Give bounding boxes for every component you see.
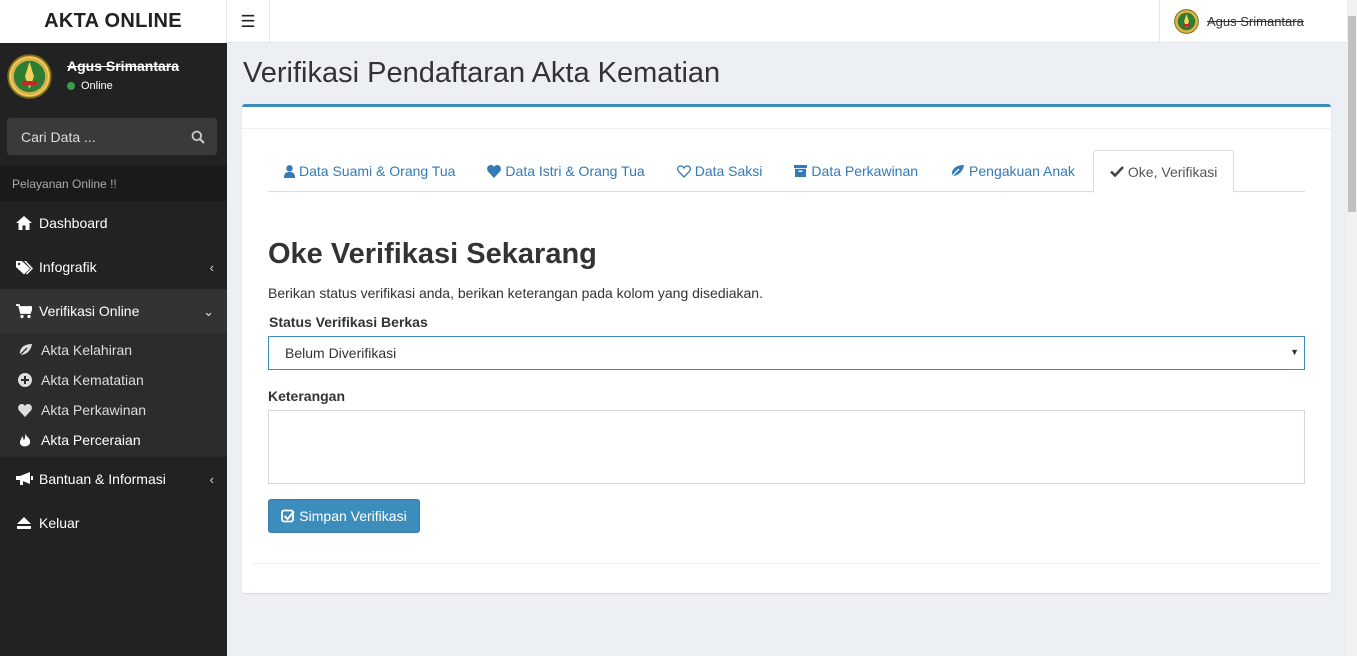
top-navbar: ☰ Agus Srimantara: [227, 0, 1347, 43]
heart-icon: [17, 403, 33, 417]
tab-data-saksi[interactable]: Data Saksi: [661, 150, 779, 192]
sidebar-item-keluar[interactable]: Keluar: [0, 501, 227, 545]
user-avatar: [7, 54, 52, 99]
status-label: Status Verifikasi Berkas: [269, 314, 428, 330]
user-name: Agus Srimantara: [1207, 14, 1304, 29]
tab-label: Data Saksi: [694, 163, 763, 179]
heart-icon: [487, 164, 502, 178]
sidebar-menu: Dashboard Infografik ‹ Verifikasi Online…: [0, 201, 227, 545]
cart-icon: [15, 303, 33, 319]
online-dot-icon: [67, 82, 75, 90]
hamburger-icon: ☰: [240, 11, 256, 31]
scrollbar-thumb[interactable]: [1348, 16, 1356, 212]
chevron-left-icon: ‹: [209, 472, 214, 487]
brand-logo[interactable]: AKTA ONLINE: [0, 0, 227, 43]
submenu-item-akta-perceraian[interactable]: Akta Perceraian: [0, 425, 227, 455]
sidebar-item-bantuan-informasi[interactable]: Bantuan & Informasi ‹: [0, 457, 227, 501]
tab-pengakuan-anak[interactable]: Pengakuan Anak: [934, 150, 1091, 192]
user-menu[interactable]: Agus Srimantara: [1159, 0, 1347, 43]
tab-data-perkawinan[interactable]: Data Perkawinan: [778, 150, 934, 192]
chevron-down-icon: ⌄: [203, 304, 214, 319]
user-panel: Agus Srimantara Online: [0, 43, 227, 103]
button-label: Simpan Verifikasi: [299, 508, 407, 524]
sidebar-toggle-button[interactable]: ☰: [227, 0, 270, 43]
tab-label: Oke, Verifikasi: [1127, 163, 1218, 180]
tab-label: Data Istri & Orang Tua: [505, 163, 645, 179]
home-icon: [15, 215, 33, 231]
sidebar-item-label: Dashboard: [39, 215, 108, 231]
fire-icon: [17, 432, 33, 448]
form-heading: Oke Verifikasi Sekarang: [268, 238, 597, 270]
tab-label: Data Suami & Orang Tua: [299, 163, 456, 179]
note-textarea[interactable]: [268, 410, 1305, 484]
check-square-icon: [281, 509, 296, 523]
check-icon: [1110, 166, 1124, 177]
sidebar: Agus Srimantara Online Cari Data ... Pel…: [0, 43, 227, 656]
leaf-icon: [950, 164, 965, 178]
page-scrollbar[interactable]: [1347, 0, 1357, 656]
submenu-item-label: Akta Kelahiran: [41, 342, 133, 358]
chevron-left-icon: ‹: [209, 260, 214, 275]
submenu-item-akta-kelahiran[interactable]: Akta Kelahiran: [0, 335, 227, 365]
page-title: Verifikasi Pendaftaran Akta Kematian: [243, 57, 721, 89]
plus-circle-icon: [17, 373, 33, 387]
status-label: Online: [81, 80, 113, 92]
search-icon[interactable]: [191, 130, 205, 144]
save-verification-button[interactable]: Simpan Verifikasi: [268, 499, 420, 533]
sidebar-item-verifikasi-online[interactable]: Verifikasi Online ⌄: [0, 289, 227, 333]
brand-title: AKTA ONLINE: [44, 10, 182, 32]
verification-box: Data Suami & Orang Tua Data Istri & Oran…: [242, 104, 1331, 593]
tab-oke-verifikasi[interactable]: Oke, Verifikasi: [1092, 150, 1235, 193]
heart-outline-icon: [676, 164, 691, 178]
eject-icon: [15, 515, 33, 531]
sidebar-section-header: Pelayanan Online !!: [0, 166, 227, 201]
tab-label: Data Perkawinan: [811, 163, 919, 179]
status-select[interactable]: Belum Diverifikasi ▼: [268, 336, 1305, 370]
tab-label: Pengakuan Anak: [969, 163, 1075, 179]
submenu-item-akta-perkawinan[interactable]: Akta Perkawinan: [0, 395, 227, 425]
tab-bar: Data Suami & Orang Tua Data Istri & Oran…: [268, 150, 1305, 193]
verifikasi-submenu: Akta Kelahiran Akta Kematatian Akta Perk…: [0, 333, 227, 457]
note-label: Keterangan: [268, 388, 346, 404]
sidebar-item-label: Bantuan & Informasi: [39, 471, 166, 487]
tab-data-suami[interactable]: Data Suami & Orang Tua: [268, 150, 471, 192]
status-selected-value: Belum Diverifikasi: [285, 345, 397, 361]
box-footer-divider: [252, 563, 1319, 564]
sidebar-item-dashboard[interactable]: Dashboard: [0, 201, 227, 245]
submenu-item-label: Akta Perceraian: [41, 432, 141, 448]
sidebar-search[interactable]: Cari Data ...: [7, 118, 217, 155]
submenu-item-label: Akta Perkawinan: [41, 402, 147, 418]
search-input[interactable]: Cari Data ...: [21, 129, 191, 145]
dropdown-caret-icon: ▼: [1290, 347, 1299, 357]
box-header-divider: [242, 128, 1331, 129]
sidebar-item-label: Infografik: [39, 259, 97, 275]
form-description: Berikan status verifikasi anda, berikan …: [268, 285, 763, 301]
submenu-item-akta-kematian[interactable]: Akta Kematatian: [0, 365, 227, 395]
user-avatar: [1174, 9, 1199, 34]
submenu-item-label: Akta Kematatian: [41, 372, 144, 388]
status-badge: Online: [67, 80, 113, 92]
tags-icon: [15, 259, 33, 275]
archive-icon: [794, 165, 808, 177]
user-icon: [284, 164, 295, 178]
tab-data-istri[interactable]: Data Istri & Orang Tua: [471, 150, 660, 192]
sidebar-item-infografik[interactable]: Infografik ‹: [0, 245, 227, 289]
leaf-icon: [17, 343, 33, 357]
sidebar-user-name: Agus Srimantara: [67, 58, 180, 74]
sidebar-item-label: Verifikasi Online: [39, 303, 140, 319]
bullhorn-icon: [15, 471, 33, 487]
sidebar-item-label: Keluar: [39, 515, 80, 531]
